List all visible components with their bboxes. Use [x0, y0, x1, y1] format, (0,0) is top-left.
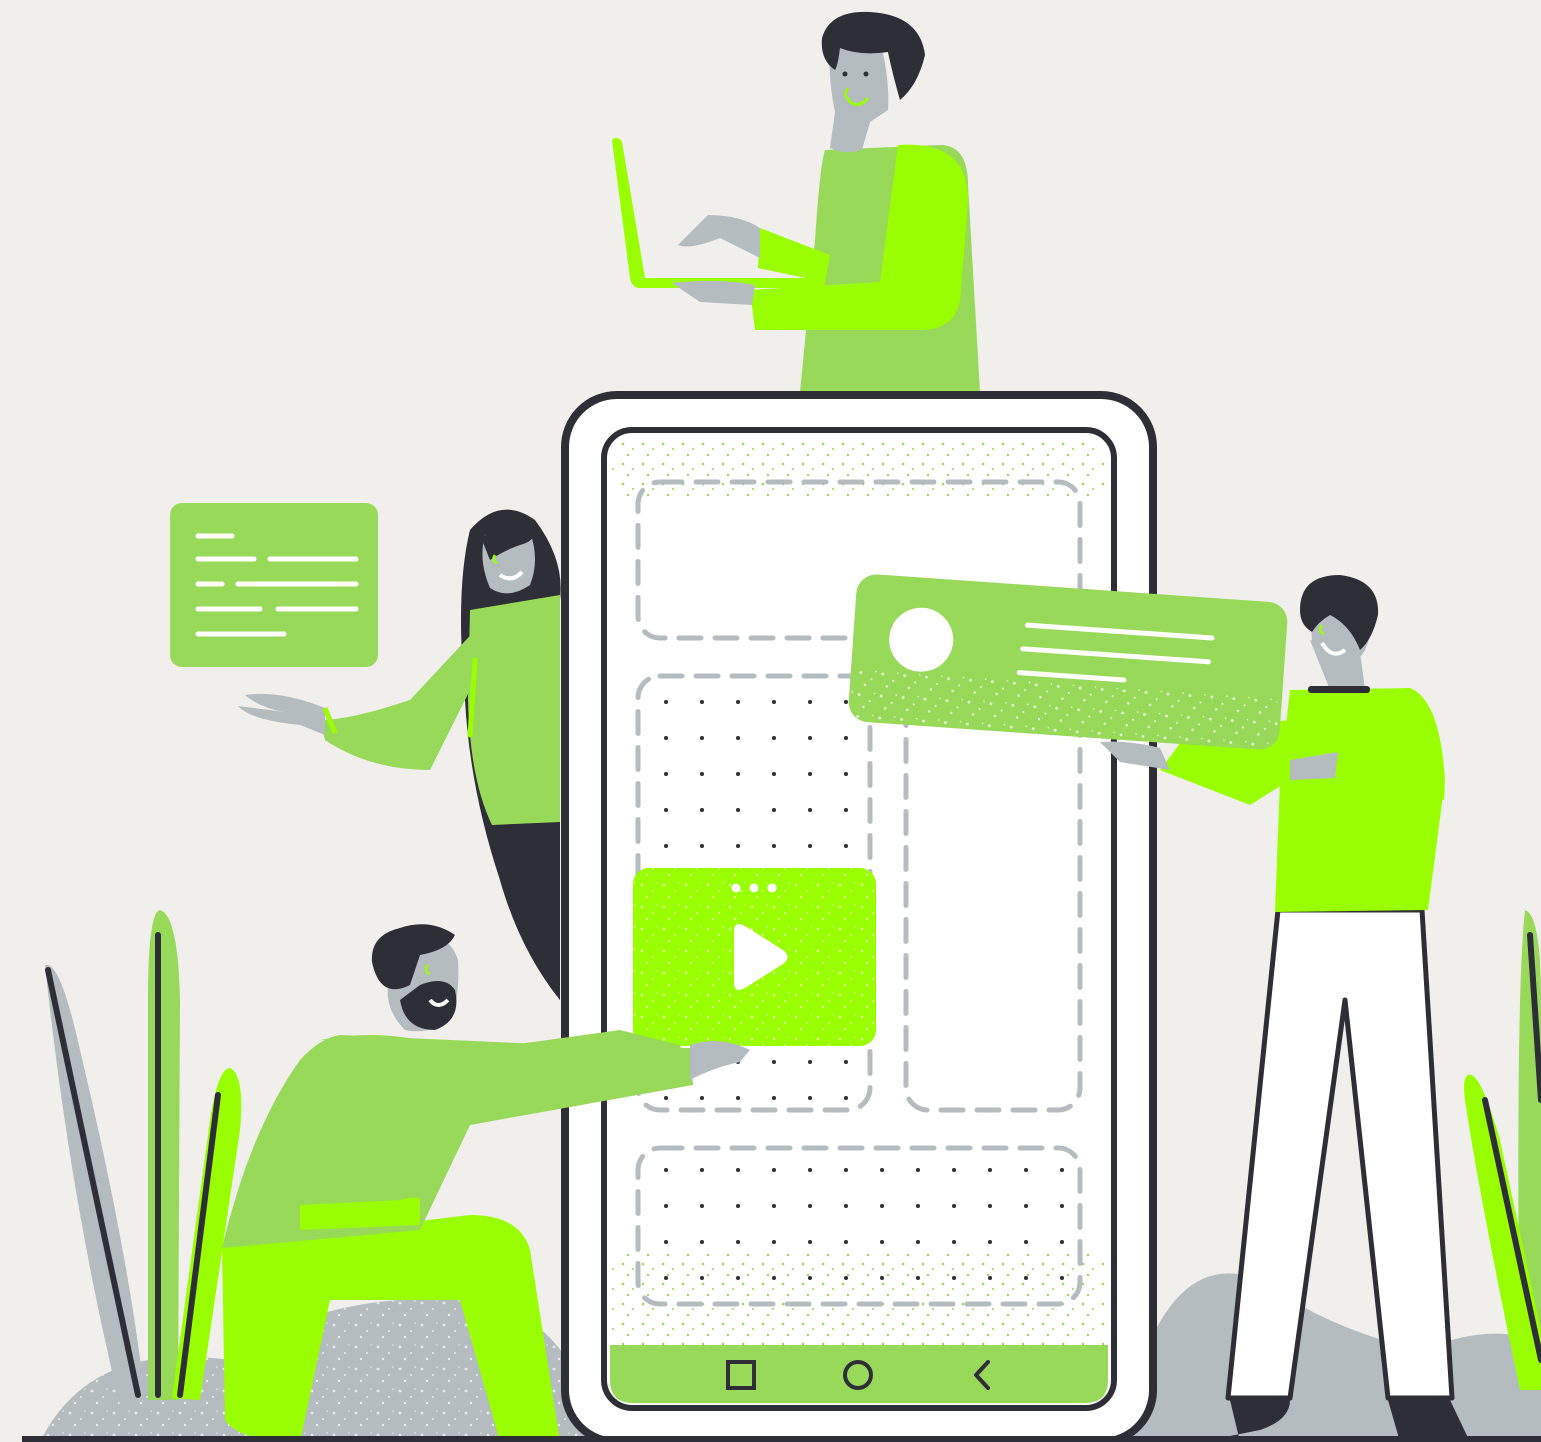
- video-card[interactable]: [633, 868, 876, 1046]
- floating-text-card: [170, 503, 378, 667]
- left-plant: [45, 910, 242, 1405]
- profile-card: [848, 574, 1288, 750]
- person-typing-on-laptop: [612, 11, 980, 392]
- illustration-scene: [22, 11, 1541, 1442]
- right-plant: [1464, 910, 1541, 1390]
